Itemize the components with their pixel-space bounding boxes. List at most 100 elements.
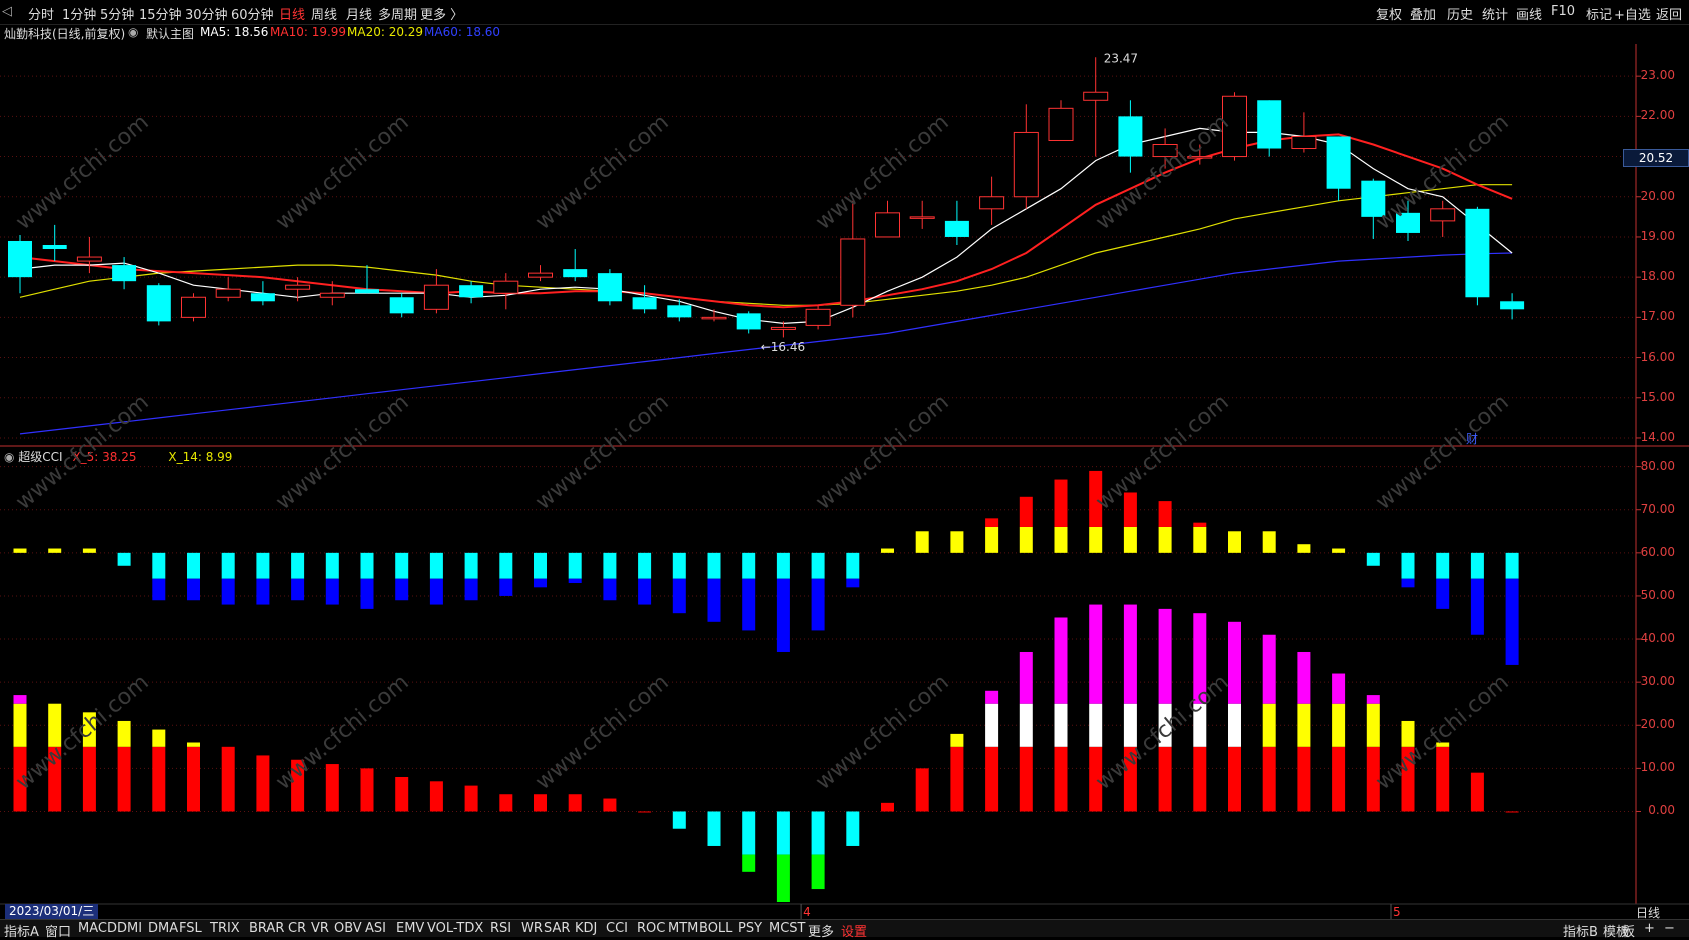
cci-upper-bar: [742, 578, 756, 631]
indicator-tab-4[interactable]: DMA: [148, 921, 178, 936]
candle-body: [944, 220, 969, 237]
candle-body: [632, 297, 657, 310]
cci-lower-bar: [187, 742, 200, 747]
cci-ytick-label: 10.00: [1640, 760, 1675, 775]
cci-ytick-label: 30.00: [1640, 674, 1675, 689]
cci-lower-bar: [499, 794, 513, 812]
month-label: 4: [803, 905, 811, 919]
cci-upper-bar: [360, 578, 374, 609]
indicator-tab-16[interactable]: SAR: [544, 921, 570, 936]
indicator-tab-17[interactable]: KDJ: [575, 921, 597, 936]
indicator-tab-25[interactable]: 设置: [841, 921, 867, 940]
cci-lower-bar: [187, 746, 200, 812]
candle-body: [250, 293, 275, 302]
candle-body: [840, 238, 866, 306]
cci-lower-bar: [1089, 604, 1103, 704]
candle-body: [1048, 107, 1074, 141]
ma5-line: [19, 127, 1513, 325]
indicator-tab-5[interactable]: FSL: [179, 921, 202, 936]
ma20-line: [19, 184, 1513, 306]
candle-body: [8, 240, 32, 278]
indicator-tab-10[interactable]: OBV: [334, 921, 362, 936]
cci-lower-bar: [1297, 703, 1311, 747]
cci-lower-bar: [1019, 746, 1033, 812]
cci-lower-bar: [1228, 746, 1241, 812]
indicator-tab-15[interactable]: WR: [521, 921, 543, 936]
candle-body: [1465, 208, 1490, 298]
indicator-tab-2[interactable]: MACD: [78, 921, 117, 936]
indicator-tab-3[interactable]: DMI: [117, 921, 142, 936]
cci-upper-bar: [429, 552, 443, 579]
cci-upper-bar: [672, 578, 686, 614]
main-ytick-label: 15.00: [1640, 389, 1675, 404]
indicator-tab-7[interactable]: BRAR: [249, 921, 284, 936]
indicator-tab-24[interactable]: 更多: [808, 921, 834, 940]
bottom-right-button-2[interactable]: 板: [1622, 921, 1635, 940]
bottom-right-button-3[interactable]: +: [1644, 921, 1655, 936]
indicator-tab-0[interactable]: 指标A: [4, 921, 39, 940]
candle-body: [770, 326, 796, 330]
indicator-tab-13[interactable]: VOL-TDX: [427, 921, 483, 936]
cci-upper-bar: [811, 578, 825, 631]
cci-upper-bar: [1436, 578, 1450, 609]
cci-upper-bar: [915, 531, 929, 553]
cci-ytick-label: 20.00: [1640, 717, 1675, 732]
cci-lower-bar: [1262, 703, 1276, 747]
cci-upper-bar: [82, 548, 96, 553]
cci-lower-bar: [985, 690, 999, 704]
cci-upper-bar: [13, 548, 27, 553]
cci-lower-bar: [1262, 746, 1276, 812]
candle-body: [1013, 131, 1039, 198]
indicator-tab-11[interactable]: ASI: [365, 921, 386, 936]
cci-lower-bar: [325, 764, 339, 812]
cci-lower-bar: [429, 781, 443, 812]
cci-upper-bar: [1019, 526, 1033, 553]
indicator-tab-23[interactable]: MCST: [769, 921, 806, 936]
candle-body: [1430, 208, 1456, 222]
cci-upper-bar: [1193, 526, 1207, 553]
cci-lower-bar: [776, 811, 790, 855]
cci-upper-bar: [1297, 544, 1311, 553]
candle-body: [563, 269, 588, 278]
candle-body: [42, 245, 67, 250]
cci-lower-bar: [985, 746, 999, 812]
candle-body: [701, 316, 727, 320]
candle-body: [1118, 116, 1143, 157]
indicator-tab-19[interactable]: ROC: [637, 921, 665, 936]
indicator-tab-1[interactable]: 窗口: [45, 921, 71, 940]
candle-body: [1257, 100, 1282, 149]
cci-lower-bar: [13, 695, 27, 704]
bottom-right-button-0[interactable]: 指标B: [1563, 921, 1598, 940]
indicator-tab-8[interactable]: CR: [288, 921, 306, 936]
cci-upper-bar: [256, 552, 270, 579]
indicator-tab-12[interactable]: EMV: [396, 921, 424, 936]
bottom-right-button-4[interactable]: −: [1664, 921, 1675, 936]
cci-lower-bar: [1054, 703, 1068, 747]
indicator-tab-21[interactable]: BOLL: [699, 921, 732, 936]
candle-body: [319, 292, 345, 298]
indicator-tab-22[interactable]: PSY: [738, 921, 762, 936]
cci-upper-bar: [221, 578, 235, 605]
cci-lower-bar: [1228, 703, 1241, 747]
main-ytick-label: 17.00: [1640, 309, 1675, 324]
indicator-tab-20[interactable]: MTM: [668, 921, 698, 936]
main-ytick-label: 18.00: [1640, 269, 1675, 284]
cci-lower-bar: [1332, 703, 1346, 747]
main-ytick-label: 16.00: [1640, 349, 1675, 364]
indicator-tab-18[interactable]: CCI: [606, 921, 628, 936]
cci-upper-bar: [48, 548, 62, 553]
cci-lower-bar: [811, 854, 825, 890]
cci-lower-bar: [221, 746, 235, 812]
candle-body: [1291, 135, 1317, 150]
indicator-tab-14[interactable]: RSI: [490, 921, 511, 936]
cci-upper-bar: [672, 552, 686, 579]
cci-upper-bar: [534, 552, 547, 579]
indicator-tab-9[interactable]: VR: [311, 921, 329, 936]
cci-upper-bar: [950, 531, 964, 553]
high-annotation: 23.47: [1104, 51, 1138, 65]
main-ytick-label: 14.00: [1640, 429, 1675, 444]
cci-upper-bar: [638, 578, 652, 605]
indicator-tab-6[interactable]: TRIX: [210, 921, 240, 936]
main-ytick-label: 20.00: [1640, 188, 1675, 203]
cci-ytick-label: 50.00: [1640, 587, 1675, 602]
